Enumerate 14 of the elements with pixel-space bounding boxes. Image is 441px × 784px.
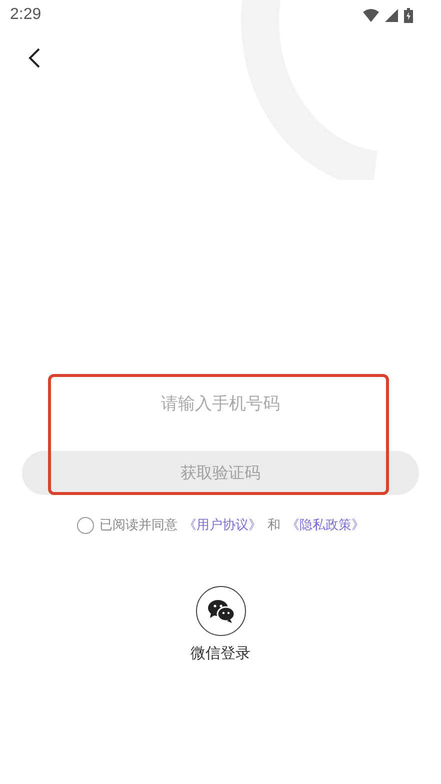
- agree-radio[interactable]: [76, 516, 94, 534]
- battery-icon: [404, 8, 413, 22]
- wechat-login-label: 微信登录: [190, 644, 250, 663]
- phone-input-field[interactable]: 请输入手机号码: [68, 381, 372, 427]
- wifi-icon: [363, 8, 379, 22]
- wechat-icon: [206, 599, 234, 623]
- agreement-text: 已阅读并同意: [100, 517, 178, 534]
- signal-icon: [385, 8, 398, 22]
- back-icon: [27, 47, 41, 69]
- status-time: 2:29: [10, 6, 42, 24]
- user-agreement-link[interactable]: 《用户协议》: [184, 516, 262, 534]
- privacy-policy-link[interactable]: 《隐私政策》: [286, 516, 364, 534]
- wechat-button[interactable]: [196, 586, 246, 636]
- agreement-text: 和: [268, 517, 280, 534]
